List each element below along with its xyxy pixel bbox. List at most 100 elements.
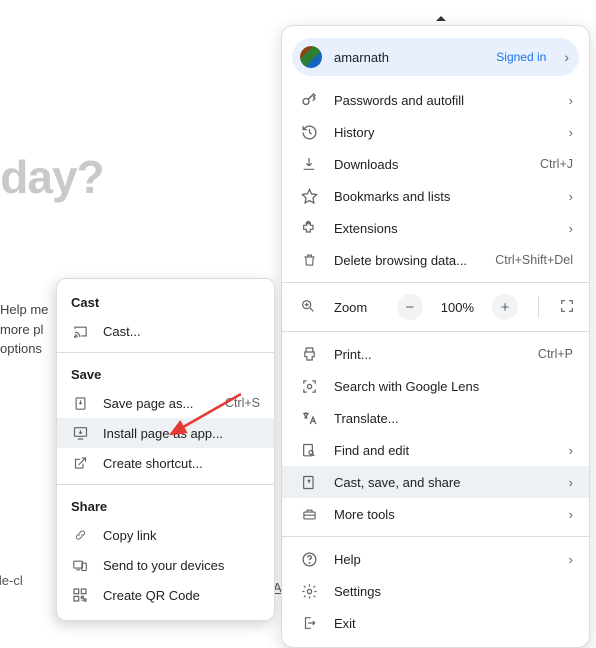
install-app-icon bbox=[71, 424, 89, 442]
chevron-right-icon: › bbox=[564, 49, 569, 65]
accelerator: Ctrl+S bbox=[225, 396, 260, 410]
pill-2: more pl bbox=[0, 320, 48, 340]
menu-label: More tools bbox=[334, 507, 553, 522]
menu-label: History bbox=[334, 125, 553, 140]
fullscreen-icon[interactable] bbox=[559, 298, 577, 316]
menu-help[interactable]: Help › bbox=[282, 543, 589, 575]
print-icon bbox=[300, 345, 318, 363]
qr-icon bbox=[71, 586, 89, 604]
signed-in-badge: Signed in bbox=[496, 50, 546, 64]
menu-label: Find and edit bbox=[334, 443, 553, 458]
chevron-right-icon: › bbox=[569, 221, 573, 236]
menu-print[interactable]: Print... Ctrl+P bbox=[282, 338, 589, 370]
lens-icon bbox=[300, 377, 318, 395]
profile-name: amarnath bbox=[334, 50, 484, 65]
menu-passwords[interactable]: Passwords and autofill › bbox=[282, 84, 589, 116]
accelerator: Ctrl+J bbox=[540, 157, 573, 171]
exit-icon bbox=[300, 614, 318, 632]
submenu-send-devices[interactable]: Send to your devices bbox=[57, 550, 274, 580]
help-icon bbox=[300, 550, 318, 568]
translate-icon bbox=[300, 409, 318, 427]
menu-label: Settings bbox=[334, 584, 573, 599]
chevron-right-icon: › bbox=[569, 443, 573, 458]
menu-label: Cast, save, and share bbox=[334, 475, 553, 490]
menu-delete-data[interactable]: Delete browsing data... Ctrl+Shift+Del bbox=[282, 244, 589, 276]
menu-find[interactable]: Find and edit › bbox=[282, 434, 589, 466]
separator bbox=[282, 331, 589, 332]
submenu-qr-code[interactable]: Create QR Code bbox=[57, 580, 274, 610]
zoom-icon bbox=[300, 298, 318, 316]
submenu-copy-link[interactable]: Copy link bbox=[57, 520, 274, 550]
menu-extensions[interactable]: Extensions › bbox=[282, 212, 589, 244]
submenu-label: Create shortcut... bbox=[103, 456, 260, 471]
find-icon bbox=[300, 441, 318, 459]
menu-cast-save-share[interactable]: Cast, save, and share › bbox=[282, 466, 589, 498]
menu-label: Print... bbox=[334, 347, 522, 362]
menu-lens[interactable]: Search with Google Lens bbox=[282, 370, 589, 402]
zoom-label: Zoom bbox=[334, 300, 381, 315]
submenu-label: Create QR Code bbox=[103, 588, 260, 603]
accelerator: Ctrl+P bbox=[538, 347, 573, 361]
submenu-save-page[interactable]: Save page as... Ctrl+S bbox=[57, 388, 274, 418]
cast-save-share-submenu: Cast Cast... Save Save page as... Ctrl+S… bbox=[56, 278, 275, 621]
menu-more-tools[interactable]: More tools › bbox=[282, 498, 589, 530]
zoom-row: Zoom − 100% + bbox=[282, 289, 589, 325]
menu-history[interactable]: History › bbox=[282, 116, 589, 148]
suggestion-pills: Help me more pl options bbox=[0, 300, 48, 359]
puzzle-icon bbox=[300, 219, 318, 237]
menu-bookmarks[interactable]: Bookmarks and lists › bbox=[282, 180, 589, 212]
toolbox-icon bbox=[300, 505, 318, 523]
separator bbox=[282, 536, 589, 537]
menu-label: Downloads bbox=[334, 157, 524, 172]
chevron-right-icon: › bbox=[569, 189, 573, 204]
pill-1: Help me bbox=[0, 300, 48, 320]
separator bbox=[57, 484, 274, 485]
trash-icon bbox=[300, 251, 318, 269]
menu-label: Translate... bbox=[334, 411, 573, 426]
history-icon bbox=[300, 123, 318, 141]
menu-label: Passwords and autofill bbox=[334, 93, 553, 108]
separator bbox=[57, 352, 274, 353]
submenu-label: Cast... bbox=[103, 324, 260, 339]
menu-settings[interactable]: Settings bbox=[282, 575, 589, 607]
accelerator: Ctrl+Shift+Del bbox=[495, 253, 573, 267]
menu-label: Search with Google Lens bbox=[334, 379, 573, 394]
submenu-label: Send to your devices bbox=[103, 558, 260, 573]
submenu-label: Save page as... bbox=[103, 396, 211, 411]
gear-icon bbox=[300, 582, 318, 600]
menu-label: Bookmarks and lists bbox=[334, 189, 553, 204]
submenu-header-save: Save bbox=[57, 359, 274, 388]
chevron-right-icon: › bbox=[569, 475, 573, 490]
chevron-right-icon: › bbox=[569, 552, 573, 567]
submenu-label: Copy link bbox=[103, 528, 260, 543]
submenu-label: Install page as app... bbox=[103, 426, 260, 441]
submenu-create-shortcut[interactable]: Create shortcut... bbox=[57, 448, 274, 478]
devices-icon bbox=[71, 556, 89, 574]
menu-arrow-icon bbox=[436, 16, 446, 21]
cast-icon bbox=[71, 322, 89, 340]
avatar bbox=[300, 46, 322, 68]
submenu-header-share: Share bbox=[57, 491, 274, 520]
page-headline: u today? bbox=[0, 150, 104, 204]
zoom-out-button[interactable]: − bbox=[397, 294, 423, 320]
bg-hint-text: double-cl bbox=[0, 573, 23, 588]
chrome-main-menu: amarnath Signed in › Passwords and autof… bbox=[281, 25, 590, 648]
shortcut-icon bbox=[71, 454, 89, 472]
profile-row[interactable]: amarnath Signed in › bbox=[292, 38, 579, 76]
chevron-right-icon: › bbox=[569, 93, 573, 108]
cast-share-icon bbox=[300, 473, 318, 491]
star-icon bbox=[300, 187, 318, 205]
submenu-install-app[interactable]: Install page as app... bbox=[57, 418, 274, 448]
submenu-cast[interactable]: Cast... bbox=[57, 316, 274, 346]
menu-downloads[interactable]: Downloads Ctrl+J bbox=[282, 148, 589, 180]
menu-label: Help bbox=[334, 552, 553, 567]
menu-label: Delete browsing data... bbox=[334, 253, 479, 268]
zoom-in-button[interactable]: + bbox=[492, 294, 518, 320]
menu-exit[interactable]: Exit bbox=[282, 607, 589, 639]
key-icon bbox=[300, 91, 318, 109]
submenu-header-cast: Cast bbox=[57, 287, 274, 316]
menu-label: Extensions bbox=[334, 221, 553, 236]
separator bbox=[538, 296, 539, 318]
menu-label: Exit bbox=[334, 616, 573, 631]
menu-translate[interactable]: Translate... bbox=[282, 402, 589, 434]
